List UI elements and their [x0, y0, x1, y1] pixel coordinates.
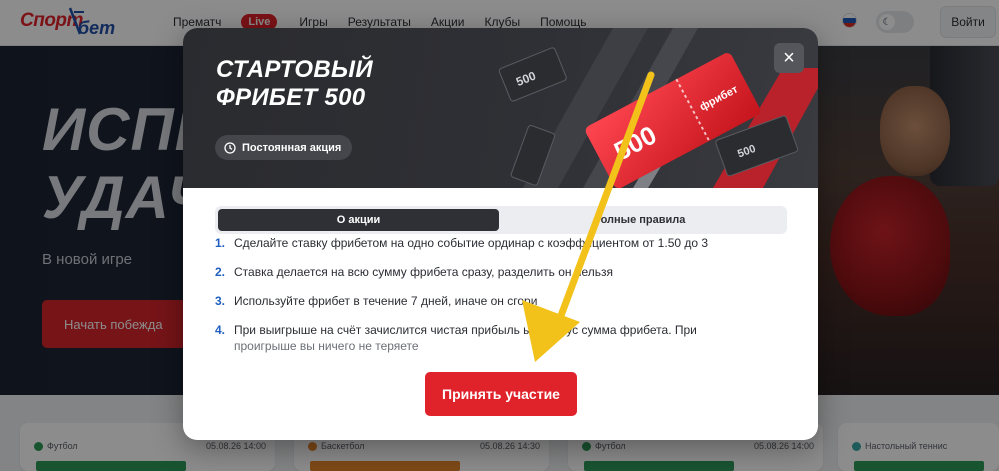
rule-item: 2. Ставка делается на всю сумму фрибета …: [215, 264, 790, 280]
modal-banner: 500 500 фрибет 500 СТАРТОВЫЙ ФРИБЕТ 500: [183, 28, 818, 188]
tab-full-rules[interactable]: олные правила: [502, 209, 784, 231]
rule-number: 3.: [215, 294, 226, 308]
rule-text: Сделайте ставку фрибетом на одно событие…: [234, 236, 709, 250]
modal-title: СТАРТОВЫЙ ФРИБЕТ 500: [216, 56, 373, 111]
rule-item: 4. При выигрыше на счёт зачислится чиста…: [215, 322, 790, 354]
clock-icon: [224, 141, 236, 154]
rule-number: 1.: [215, 236, 226, 250]
promo-type-label: Постоянная акция: [242, 141, 342, 154]
rule-text: Ставка делается на всю сумму фрибета сра…: [234, 265, 614, 279]
promo-modal: 500 500 фрибет 500 СТАРТОВЫЙ ФРИБЕТ 500: [183, 28, 818, 440]
rule-text: Используйте фрибет в течение 7 дней, ина…: [234, 294, 538, 308]
rules-list: 1. Сделайте ставку фрибетом на одно собы…: [215, 235, 790, 367]
promo-type-pill: Постоянная акция: [215, 135, 353, 160]
close-icon[interactable]: ×: [774, 43, 804, 73]
rule-number: 2.: [215, 265, 226, 279]
rule-item: 1. Сделайте ставку фрибетом на одно собы…: [215, 235, 790, 251]
freebet-tickets-illustration: 500 500 фрибет 500: [498, 28, 818, 188]
rule-item: 3. Используйте фрибет в течение 7 дней, …: [215, 293, 790, 309]
modal-tabs: О акции олные правила: [215, 206, 787, 234]
rule-text-continued: проигрыше вы ничего не теряете: [234, 339, 419, 353]
rule-number: 4.: [215, 323, 226, 337]
accept-participation-button[interactable]: Принять участие: [425, 372, 577, 416]
rule-text: При выигрыше на счёт зачислится чистая п…: [234, 323, 697, 337]
tab-about[interactable]: О акции: [218, 209, 499, 231]
